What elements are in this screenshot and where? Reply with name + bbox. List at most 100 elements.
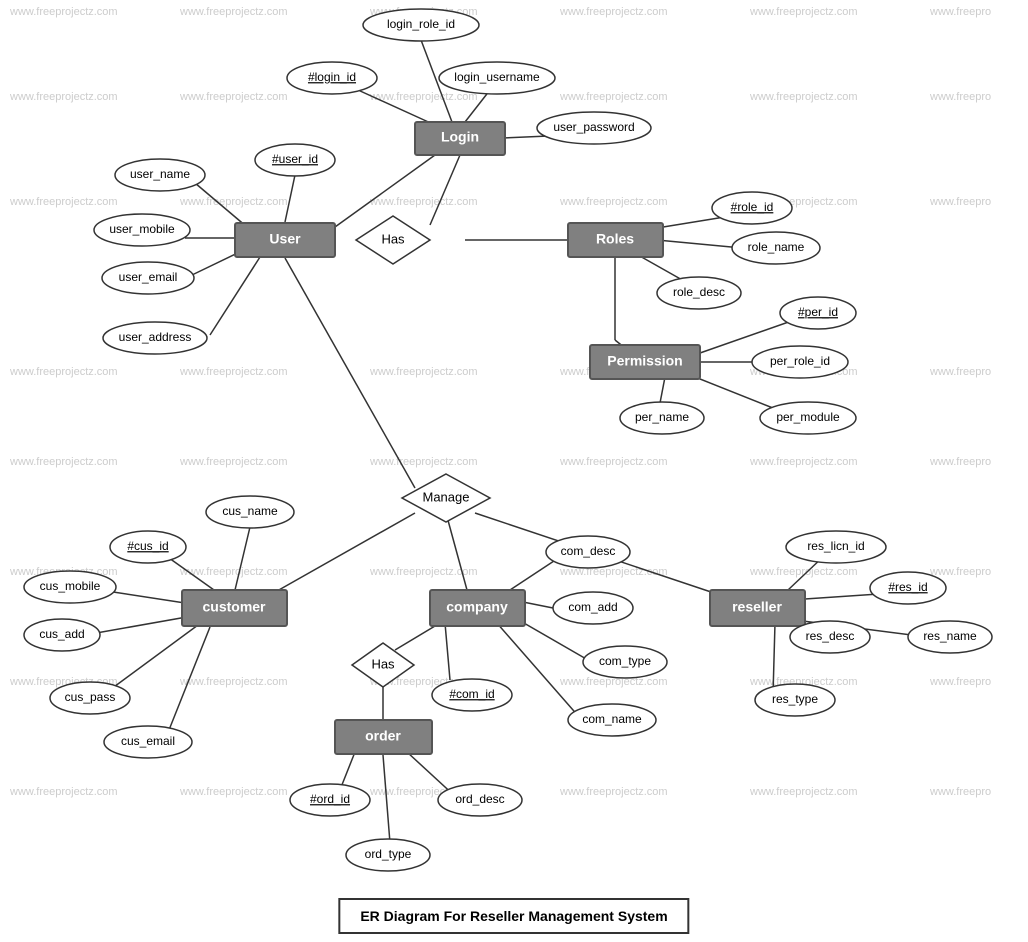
watermark: www.freeprojectz.com	[9, 6, 118, 18]
attr-res-name: res_name	[908, 621, 992, 653]
svg-text:order: order	[365, 728, 401, 744]
svg-text:res_type: res_type	[772, 692, 818, 706]
attr-cus-mobile: cus_mobile	[24, 571, 116, 603]
attr-res-id: #res_id	[870, 572, 946, 604]
attr-user-mobile: user_mobile	[94, 214, 190, 246]
watermark: www.freeprojectz.com	[369, 366, 478, 378]
svg-text:Has: Has	[371, 656, 395, 671]
attr-per-id: #per_id	[780, 297, 856, 329]
svg-text:user_password: user_password	[553, 120, 634, 134]
attr-role-name: role_name	[732, 232, 820, 264]
svg-text:Manage: Manage	[423, 489, 470, 504]
attr-com-id: #com_id	[432, 679, 512, 711]
entity-reseller: reseller	[710, 590, 805, 626]
watermark: www.freepro	[929, 196, 991, 208]
svg-text:company: company	[446, 599, 508, 615]
attr-login-id: #login_id	[287, 62, 377, 94]
watermark: www.freeprojectz.com	[9, 91, 118, 103]
attr-com-type: com_type	[583, 646, 667, 678]
svg-text:#res_id: #res_id	[888, 580, 927, 594]
svg-text:ord_desc: ord_desc	[455, 792, 504, 806]
attr-per-module: per_module	[760, 402, 856, 434]
entity-user: User	[235, 223, 335, 257]
watermark: www.freeprojectz.com	[559, 6, 668, 18]
svg-text:Login: Login	[441, 129, 479, 145]
entity-roles: Roles	[568, 223, 663, 257]
watermark: www.freeprojectz.com	[9, 786, 118, 798]
watermark: www.freeprojectz.com	[749, 786, 858, 798]
svg-text:#com_id: #com_id	[449, 687, 494, 701]
attr-user-name: user_name	[115, 159, 205, 191]
svg-text:#role_id: #role_id	[731, 200, 774, 214]
watermark: www.freeprojectz.com	[179, 91, 288, 103]
watermark: www.freepro	[929, 6, 991, 18]
attr-res-type: res_type	[755, 684, 835, 716]
svg-text:#user_id: #user_id	[272, 152, 318, 166]
watermark: www.freeprojectz.com	[749, 456, 858, 468]
watermark: www.freeprojectz.com	[559, 786, 668, 798]
svg-text:cus_add: cus_add	[39, 627, 84, 641]
svg-text:com_name: com_name	[582, 712, 642, 726]
watermark: www.freepro	[929, 676, 991, 688]
svg-text:#cus_id: #cus_id	[127, 539, 168, 553]
svg-text:user_email: user_email	[119, 270, 178, 284]
diagram-title: ER Diagram For Reseller Management Syste…	[338, 898, 689, 934]
svg-text:login_role_id: login_role_id	[387, 17, 455, 31]
watermark: www.freeprojectz.com	[179, 6, 288, 18]
svg-text:per_role_id: per_role_id	[770, 354, 830, 368]
svg-text:res_licn_id: res_licn_id	[807, 539, 864, 553]
svg-text:cus_name: cus_name	[222, 504, 278, 518]
svg-text:res_name: res_name	[923, 629, 977, 643]
attr-login-role-id: login_role_id	[363, 9, 479, 41]
watermark: www.freeprojectz.com	[749, 91, 858, 103]
attr-ord-desc: ord_desc	[438, 784, 522, 816]
attr-user-id: #user_id	[255, 144, 335, 176]
svg-text:com_desc: com_desc	[561, 544, 616, 558]
svg-text:Roles: Roles	[596, 231, 634, 247]
watermark: www.freeprojectz.com	[749, 6, 858, 18]
relationship-has1: Has	[356, 216, 430, 264]
attr-cus-name: cus_name	[206, 496, 294, 528]
attr-cus-pass: cus_pass	[50, 682, 130, 714]
watermark: www.freeprojectz.com	[369, 196, 478, 208]
svg-text:per_name: per_name	[635, 410, 689, 424]
entity-login: Login	[415, 122, 505, 155]
svg-text:User: User	[269, 231, 301, 247]
watermark: www.freepro	[929, 566, 991, 578]
attr-cus-add: cus_add	[24, 619, 100, 651]
svg-text:customer: customer	[202, 599, 266, 615]
svg-text:cus_email: cus_email	[121, 734, 175, 748]
svg-text:per_module: per_module	[776, 410, 840, 424]
svg-text:login_username: login_username	[454, 70, 540, 84]
attr-login-username: login_username	[439, 62, 555, 94]
watermark: www.freeprojectz.com	[559, 456, 668, 468]
svg-text:ord_type: ord_type	[365, 847, 412, 861]
attr-user-address: user_address	[103, 322, 207, 354]
svg-text:Has: Has	[381, 231, 405, 246]
watermark: www.freepro	[929, 366, 991, 378]
svg-text:user_name: user_name	[130, 167, 190, 181]
attr-per-role-id: per_role_id	[752, 346, 848, 378]
watermark: www.freeprojectz.com	[369, 456, 478, 468]
attr-per-name: per_name	[620, 402, 704, 434]
svg-text:role_desc: role_desc	[673, 285, 725, 299]
svg-text:com_type: com_type	[599, 654, 651, 668]
attr-user-password: user_password	[537, 112, 651, 144]
attr-cus-email: cus_email	[104, 726, 192, 758]
watermark: www.freepro	[929, 456, 991, 468]
watermark: www.freeprojectz.com	[9, 366, 118, 378]
watermark: www.freeprojectz.com	[559, 91, 668, 103]
svg-text:#per_id: #per_id	[798, 305, 838, 319]
svg-text:cus_pass: cus_pass	[65, 690, 116, 704]
attr-ord-type: ord_type	[346, 839, 430, 871]
relationship-manage: Manage	[402, 474, 490, 522]
watermark: www.freeprojectz.com	[179, 366, 288, 378]
watermark: www.freeprojectz.com	[9, 456, 118, 468]
watermark: www.freeprojectz.com	[369, 91, 478, 103]
attr-res-licn-id: res_licn_id	[786, 531, 886, 563]
watermark: www.freeprojectz.com	[559, 196, 668, 208]
attr-cus-id: #cus_id	[110, 531, 186, 563]
watermark: www.freeprojectz.com	[9, 196, 118, 208]
entity-permission: Permission	[590, 345, 700, 379]
svg-text:Permission: Permission	[607, 353, 682, 369]
